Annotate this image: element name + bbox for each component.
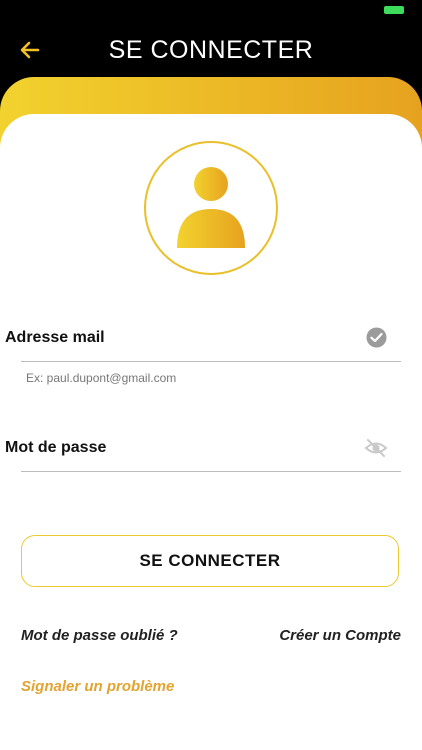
forgot-password-link[interactable]: Mot de passe oublié ? (21, 627, 178, 644)
battery-icon (384, 6, 404, 14)
password-field-label: Mot de passe (5, 439, 107, 456)
login-button[interactable]: SE CONNECTER (21, 535, 399, 587)
email-hint: Ex: paul.dupont@gmail.com (26, 371, 177, 385)
user-avatar (144, 141, 278, 275)
page-title: SE CONNECTER (108, 36, 314, 64)
password-field[interactable] (21, 471, 401, 472)
status-bar (0, 0, 422, 22)
email-field[interactable] (21, 361, 401, 362)
nav-bar: SE CONNECTER (0, 22, 422, 78)
eye-off-icon[interactable] (364, 437, 388, 459)
create-account-link[interactable]: Créer un Compte (279, 627, 401, 644)
email-field-label: Adresse mail (5, 329, 105, 346)
report-problem-link[interactable]: Signaler un problème (21, 678, 174, 695)
checkmark-circle-icon (366, 327, 387, 348)
user-avatar-icon (177, 167, 245, 248)
